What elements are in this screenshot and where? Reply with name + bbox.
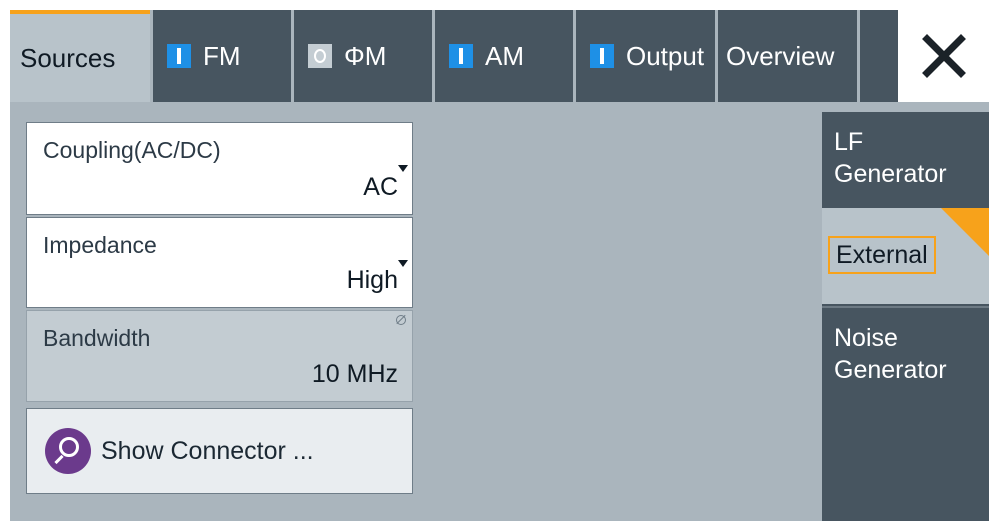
pm-state-off-icon (308, 44, 332, 68)
bandwidth-value: 10 MHz (311, 360, 398, 388)
impedance-value: High (346, 266, 398, 294)
show-connector-button[interactable]: Show Connector ... (26, 408, 413, 494)
bandwidth-field: Bandwidth 10 MHz (26, 310, 413, 402)
tab-phase-modulation[interactable]: ΦM (294, 10, 432, 102)
dropdown-arrow-icon (398, 260, 408, 267)
close-icon (921, 34, 966, 78)
tab-output[interactable]: Output (576, 10, 715, 102)
tab-sources-label: Sources (20, 42, 116, 73)
coupling-dropdown[interactable]: Coupling(AC/DC) AC (26, 122, 413, 215)
external-label: External (828, 236, 936, 274)
noise-generator-label-line2: Generator (834, 356, 947, 384)
noise-generator-label-line1: Noise (834, 324, 898, 352)
tab-overview[interactable]: Overview (718, 10, 857, 102)
coupling-label: Coupling(AC/DC) (43, 137, 221, 163)
output-state-on-icon (590, 44, 614, 68)
tab-output-label: Output (626, 40, 705, 71)
search-icon (45, 428, 91, 474)
am-state-on-icon (449, 44, 473, 68)
fm-state-on-icon (167, 44, 191, 68)
dropdown-arrow-icon (398, 165, 408, 172)
external-button[interactable]: External (822, 208, 989, 304)
tab-fm[interactable]: FM (153, 10, 291, 102)
show-connector-label: Show Connector ... (101, 436, 314, 465)
coupling-value: AC (363, 173, 398, 201)
tab-spacer (860, 10, 898, 102)
bandwidth-label: Bandwidth (43, 325, 151, 351)
impedance-dropdown[interactable]: Impedance High (26, 217, 413, 308)
read-only-icon (396, 315, 406, 325)
tab-am[interactable]: AM (435, 10, 573, 102)
tab-pm-label: ΦM (344, 40, 387, 71)
lf-generator-label-line2: Generator (834, 160, 947, 188)
tab-sources[interactable]: Sources (10, 10, 150, 102)
tab-fm-label: FM (203, 40, 241, 71)
lf-generator-label-line1: LF (834, 128, 864, 156)
lf-generator-button[interactable]: LF Generator (822, 112, 989, 208)
selected-corner-marker (941, 208, 989, 256)
impedance-label: Impedance (43, 232, 157, 258)
tab-overview-label: Overview (726, 40, 835, 71)
source-selector-panel: LF Generator External Noise Generator (822, 112, 989, 521)
tab-am-label: AM (485, 40, 524, 71)
window-frame: Sources FM ΦM AM Output Overview Couplin… (10, 10, 989, 521)
close-button[interactable] (898, 10, 989, 102)
noise-generator-button[interactable]: Noise Generator (822, 306, 989, 402)
